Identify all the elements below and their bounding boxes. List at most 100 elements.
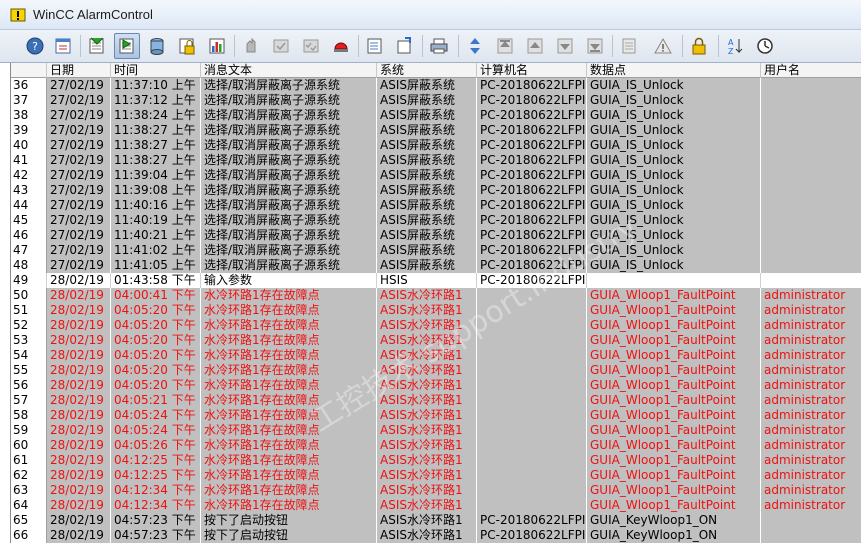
- toolbar-separator: [682, 35, 683, 57]
- table-row[interactable]: 58 28/02/19 04:05:24 下午 水冷环路1存在故障点 ASIS水冷环路1…: [11, 408, 861, 423]
- table-row[interactable]: 52 28/02/19 04:05:20 下午 水冷环路1存在故障点 ASIS水冷环路1…: [11, 318, 861, 333]
- long-term-archive-button[interactable]: [144, 33, 170, 59]
- table-row[interactable]: 55 28/02/19 04:05:20 下午 水冷环路1存在故障点 ASIS水冷环路1…: [11, 363, 861, 378]
- comment-button[interactable]: [650, 33, 676, 59]
- table-row[interactable]: 57 28/02/19 04:05:21 下午 水冷环路1存在故障点 ASIS水冷环路1…: [11, 393, 861, 408]
- tag-cell: GUIA_Wloop1_FaultPoint: [587, 378, 761, 393]
- message-text-cell: 水冷环路1存在故障点: [201, 378, 377, 393]
- previous-message-button[interactable]: [522, 33, 548, 59]
- column-header[interactable]: 计算机名: [477, 63, 587, 78]
- table-row[interactable]: 49 28/02/19 01:43:58 下午 输入参数 HSIS PC-20180622…: [11, 273, 861, 288]
- time-base-button[interactable]: [752, 33, 778, 59]
- table-row[interactable]: 45 27/02/19 11:40:19 上午 选择/取消屏蔽离子源系统 ASIS屏蔽系…: [11, 213, 861, 228]
- table-row[interactable]: 66 28/02/19 04:57:23 下午 按下了启动按钮 ASIS水冷环路1 PC-…: [11, 528, 861, 543]
- table-row[interactable]: 50 28/02/19 04:00:41 下午 水冷环路1存在故障点 ASIS水冷环路1…: [11, 288, 861, 303]
- info-text-icon: [622, 38, 636, 54]
- ack-central-button[interactable]: [238, 33, 264, 59]
- column-header[interactable]: 时间: [111, 63, 201, 78]
- ack-central-icon: [246, 37, 256, 53]
- table-row[interactable]: 44 27/02/19 11:40:16 上午 选择/取消屏蔽离子源系统 ASIS屏蔽系…: [11, 198, 861, 213]
- table-row[interactable]: 38 27/02/19 11:38:24 上午 选择/取消屏蔽离子源系统 ASIS屏蔽系…: [11, 108, 861, 123]
- time-cell: 04:05:24 下午: [111, 408, 201, 423]
- emergency-ack-button[interactable]: [328, 33, 354, 59]
- tag-cell: GUIA_KeyWloop1_ON: [587, 528, 761, 543]
- table-row[interactable]: 65 28/02/19 04:57:23 下午 按下了启动按钮 ASIS水冷环路1 PC-…: [11, 513, 861, 528]
- message-list-button[interactable]: [84, 33, 110, 59]
- table-row[interactable]: 60 28/02/19 04:05:26 下午 水冷环路1存在故障点 ASIS水冷环路1…: [11, 438, 861, 453]
- message-text-cell: 选择/取消屏蔽离子源系统: [201, 213, 377, 228]
- lock-icon: [692, 37, 706, 55]
- column-header[interactable]: 用户名: [761, 63, 861, 78]
- table-row[interactable]: 43 27/02/19 11:39:08 上午 选择/取消屏蔽离子源系统 ASIS屏蔽系…: [11, 183, 861, 198]
- alarm-table: 日期 时间 消息文本 系统 计算机名 数据点 用户名 36 27/02/19 11:37:10 …: [10, 63, 861, 543]
- toolbar: ? A Z: [0, 30, 861, 63]
- toolbar-separator: [358, 35, 359, 57]
- table-row[interactable]: 53 28/02/19 04:05:20 下午 水冷环路1存在故障点 ASIS水冷环路1…: [11, 333, 861, 348]
- table-row[interactable]: 46 27/02/19 11:40:21 上午 选择/取消屏蔽离子源系统 ASIS屏蔽系…: [11, 228, 861, 243]
- single-ack-button[interactable]: [268, 33, 294, 59]
- last-message-button[interactable]: [582, 33, 608, 59]
- sort-button[interactable]: [462, 33, 488, 59]
- info-text-button[interactable]: [616, 33, 642, 59]
- message-text-cell: 水冷环路1存在故障点: [201, 318, 377, 333]
- table-row[interactable]: 48 27/02/19 11:41:05 上午 选择/取消屏蔽离子源系统 ASIS屏蔽系…: [11, 258, 861, 273]
- print-button[interactable]: [426, 33, 452, 59]
- sort-dialog-button[interactable]: AZ: [722, 33, 748, 59]
- config-dialog-button[interactable]: [50, 33, 76, 59]
- selection-dialog-button[interactable]: [362, 33, 388, 59]
- table-row[interactable]: 41 27/02/19 11:38:27 上午 选择/取消屏蔽离子源系统 ASIS屏蔽系…: [11, 153, 861, 168]
- table-row[interactable]: 36 27/02/19 11:37:10 上午 选择/取消屏蔽离子源系统 ASIS屏蔽系…: [11, 78, 861, 93]
- next-message-button[interactable]: [552, 33, 578, 59]
- first-message-button[interactable]: [492, 33, 518, 59]
- computer-name-cell: PC-20180622LFPI: [477, 198, 587, 213]
- table-row[interactable]: 47 27/02/19 11:41:02 上午 选择/取消屏蔽离子源系统 ASIS屏蔽系…: [11, 243, 861, 258]
- date-cell: 28/02/19: [47, 348, 111, 363]
- statistics-button[interactable]: [204, 33, 230, 59]
- tag-cell: GUIA_IS_Unlock: [587, 123, 761, 138]
- header-corner[interactable]: [11, 63, 47, 78]
- column-header[interactable]: 日期: [47, 63, 111, 78]
- short-term-archive-button[interactable]: [114, 33, 140, 59]
- column-header[interactable]: 系统: [377, 63, 477, 78]
- table-row[interactable]: 37 27/02/19 11:37:12 上午 选择/取消屏蔽离子源系统 ASIS屏蔽系…: [11, 93, 861, 108]
- column-header[interactable]: 数据点: [587, 63, 761, 78]
- row-number: 36: [11, 78, 47, 93]
- time-cell: 11:38:27 上午: [111, 123, 201, 138]
- row-number: 61: [11, 453, 47, 468]
- table-row[interactable]: 40 27/02/19 11:38:27 上午 选择/取消屏蔽离子源系统 ASIS屏蔽系…: [11, 138, 861, 153]
- lock-list-button[interactable]: [174, 33, 200, 59]
- time-cell: 11:37:10 上午: [111, 78, 201, 93]
- table-row[interactable]: 62 28/02/19 04:12:25 下午 水冷环路1存在故障点 ASIS水冷环路1…: [11, 468, 861, 483]
- table-row[interactable]: 56 28/02/19 04:05:20 下午 水冷环路1存在故障点 ASIS水冷环路1…: [11, 378, 861, 393]
- toolbar-separator: [718, 35, 719, 57]
- table-row[interactable]: 42 27/02/19 11:39:04 上午 选择/取消屏蔽离子源系统 ASIS屏蔽系…: [11, 168, 861, 183]
- column-header[interactable]: 消息文本: [201, 63, 377, 78]
- tag-cell: GUIA_Wloop1_FaultPoint: [587, 303, 761, 318]
- alarm-control-icon: [10, 8, 26, 22]
- computer-name-cell: [477, 348, 587, 363]
- window-title: WinCC AlarmControl: [33, 7, 153, 22]
- user-name-cell: [761, 93, 861, 108]
- group-ack-button[interactable]: [298, 33, 324, 59]
- time-cell: 11:39:08 上午: [111, 183, 201, 198]
- table-row[interactable]: 54 28/02/19 04:05:20 下午 水冷环路1存在故障点 ASIS水冷环路1…: [11, 348, 861, 363]
- user-name-cell: [761, 228, 861, 243]
- system-cell: ASIS屏蔽系统: [377, 243, 477, 258]
- system-cell: ASIS屏蔽系统: [377, 78, 477, 93]
- time-cell: 11:39:04 上午: [111, 168, 201, 183]
- display-options-button[interactable]: [392, 33, 418, 59]
- lock-button[interactable]: [686, 33, 712, 59]
- help-button[interactable]: ?: [22, 33, 48, 59]
- table-row[interactable]: 63 28/02/19 04:12:34 下午 水冷环路1存在故障点 ASIS水冷环路1…: [11, 483, 861, 498]
- table-row[interactable]: 51 28/02/19 04:05:20 下午 水冷环路1存在故障点 ASIS水冷环路1…: [11, 303, 861, 318]
- computer-name-cell: PC-20180622LFPI: [477, 123, 587, 138]
- computer-name-cell: [477, 333, 587, 348]
- table-row[interactable]: 61 28/02/19 04:12:25 下午 水冷环路1存在故障点 ASIS水冷环路1…: [11, 453, 861, 468]
- table-row[interactable]: 59 28/02/19 04:05:24 下午 水冷环路1存在故障点 ASIS水冷环路1…: [11, 423, 861, 438]
- message-text-cell: 水冷环路1存在故障点: [201, 498, 377, 513]
- user-name-cell: [761, 513, 861, 528]
- computer-name-cell: [477, 393, 587, 408]
- table-row[interactable]: 39 27/02/19 11:38:27 上午 选择/取消屏蔽离子源系统 ASIS屏蔽系…: [11, 123, 861, 138]
- table-row[interactable]: 64 28/02/19 04:12:34 下午 水冷环路1存在故障点 ASIS水冷环路1…: [11, 498, 861, 513]
- message-text-cell: 水冷环路1存在故障点: [201, 333, 377, 348]
